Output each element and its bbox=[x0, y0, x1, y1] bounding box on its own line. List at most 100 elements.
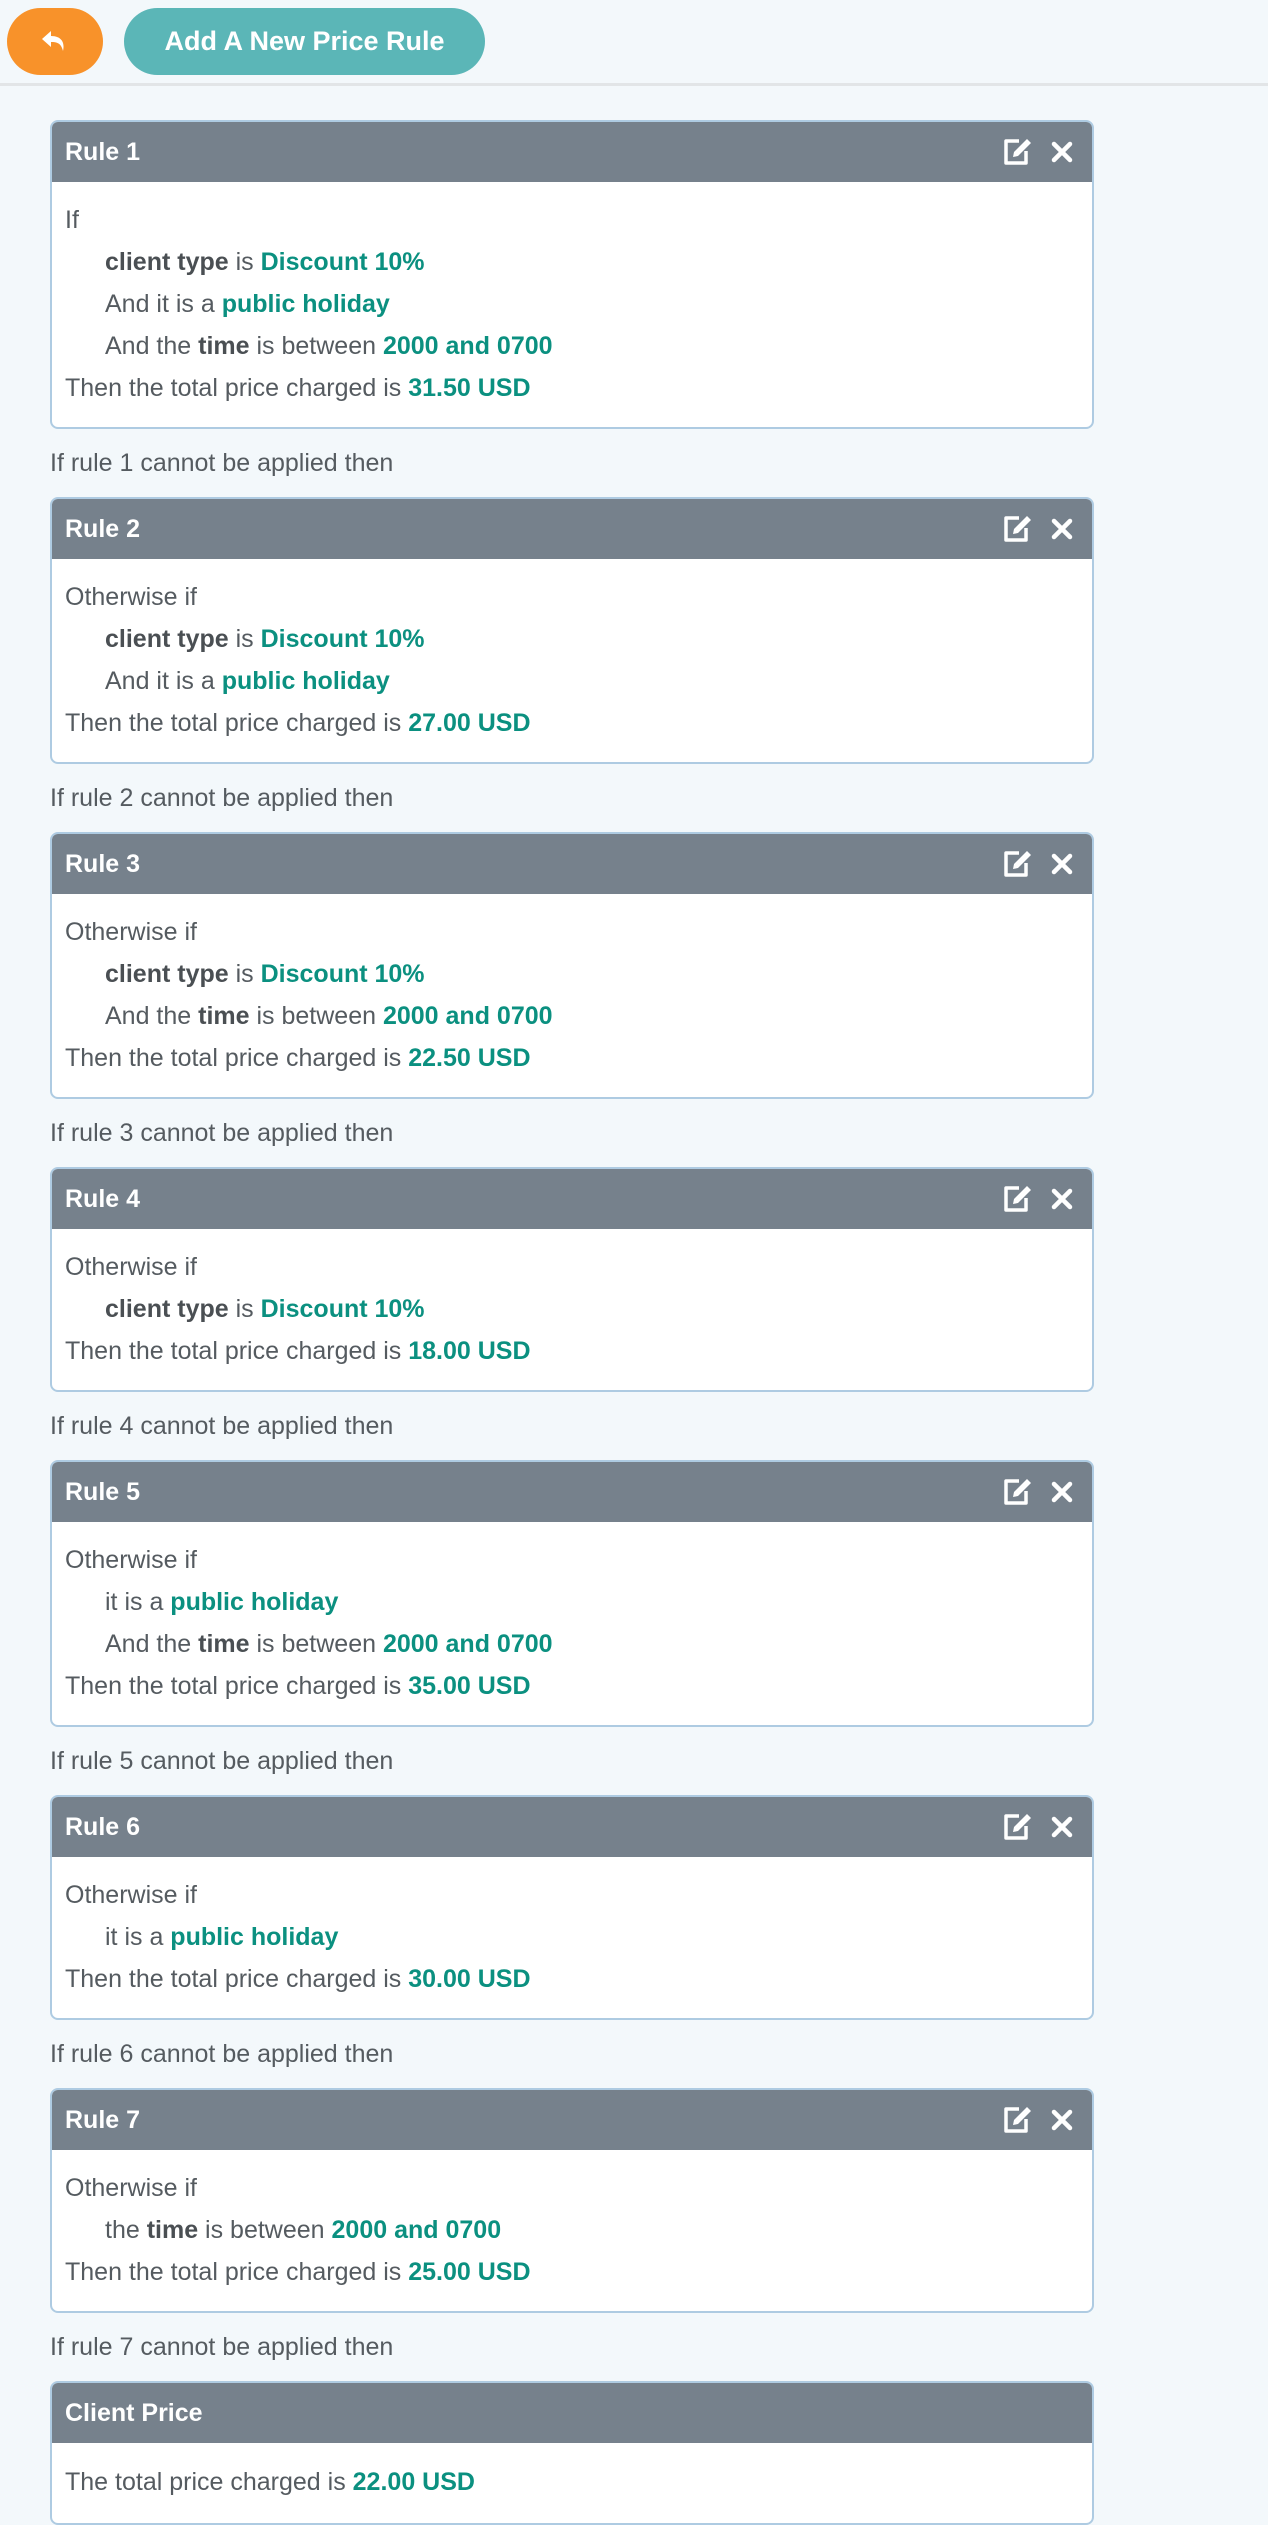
condition-key: time bbox=[198, 1630, 250, 1658]
rule-result: Then the total price charged is 31.50 US… bbox=[65, 367, 1079, 409]
condition-prefix: And the bbox=[105, 1630, 199, 1658]
rule-price: 18.00 USD bbox=[408, 1337, 531, 1365]
rule-condition: it is a public holiday bbox=[65, 1916, 1079, 1958]
rule-condition: And the time is between 2000 and 0700 bbox=[65, 1623, 1079, 1665]
rule-header: Rule 2 bbox=[52, 499, 1092, 559]
delete-rule-button[interactable] bbox=[1044, 1181, 1080, 1217]
rule-title: Rule 4 bbox=[65, 1184, 141, 1213]
edit-rule-button[interactable] bbox=[1000, 2102, 1036, 2138]
rule-intro: Otherwise if bbox=[65, 1253, 197, 1281]
rule-result: Then the total price charged is 30.00 US… bbox=[65, 1958, 1079, 2000]
fallthrough-text: If rule 7 cannot be applied then bbox=[50, 2333, 394, 2361]
client-price-body: The total price charged is 22.00 USD bbox=[52, 2443, 1092, 2523]
delete-rule-button[interactable] bbox=[1044, 134, 1080, 170]
condition-prefix: it is a bbox=[105, 1923, 171, 1951]
condition-value: public holiday bbox=[170, 1923, 339, 1951]
edit-icon bbox=[1004, 1814, 1031, 1840]
condition-operator: is between bbox=[249, 1630, 383, 1658]
close-icon bbox=[1051, 853, 1073, 875]
rule-body: Otherwise if it is a public holiday Then… bbox=[52, 1857, 1092, 2018]
delete-rule-button[interactable] bbox=[1044, 1474, 1080, 1510]
rule-header: Rule 4 bbox=[52, 1169, 1092, 1229]
add-price-rule-button[interactable]: Add A New Price Rule bbox=[124, 8, 485, 75]
rule-result: Then the total price charged is 27.00 US… bbox=[65, 702, 1079, 744]
fallthrough-text: If rule 5 cannot be applied then bbox=[50, 1747, 394, 1775]
edit-rule-button[interactable] bbox=[1000, 1809, 1036, 1845]
rule-condition: client type is Discount 10% bbox=[65, 241, 1079, 283]
close-icon bbox=[1051, 1816, 1073, 1838]
close-icon bbox=[1051, 518, 1073, 540]
rule-card: Rule 3 Otherwise if client type is Disco… bbox=[50, 832, 1094, 1099]
edit-rule-button[interactable] bbox=[1000, 846, 1036, 882]
condition-prefix: And it is a bbox=[105, 667, 222, 695]
rule-intro: Otherwise if bbox=[65, 1546, 197, 1574]
edit-icon bbox=[1004, 1479, 1031, 1505]
result-label: Then the total price charged is bbox=[65, 1965, 409, 1993]
condition-key: time bbox=[198, 1002, 250, 1030]
toolbar: Add A New Price Rule bbox=[0, 0, 1268, 86]
rule-card: Rule 2 Otherwise if client type is Disco… bbox=[50, 497, 1094, 764]
rule-price: 27.00 USD bbox=[408, 709, 531, 737]
rule-body: Otherwise if client type is Discount 10%… bbox=[52, 894, 1092, 1097]
condition-value: Discount 10% bbox=[260, 625, 425, 653]
condition-operator: is between bbox=[198, 2216, 332, 2244]
condition-key: time bbox=[198, 332, 250, 360]
rule-header: Rule 1 bbox=[52, 122, 1092, 182]
edit-icon bbox=[1004, 2107, 1031, 2133]
rule-body: Otherwise if client type is Discount 10%… bbox=[52, 1229, 1092, 1390]
rule-card: Rule 6 Otherwise if it is a public holid… bbox=[50, 1795, 1094, 2020]
condition-operator: is bbox=[228, 960, 261, 988]
close-icon bbox=[1051, 141, 1073, 163]
rule-condition: And it is a public holiday bbox=[65, 660, 1079, 702]
delete-rule-button[interactable] bbox=[1044, 1809, 1080, 1845]
rule-price: 30.00 USD bbox=[408, 1965, 531, 1993]
rule-intro: Otherwise if bbox=[65, 1881, 197, 1909]
client-price-card: Client Price The total price charged is 2… bbox=[50, 2381, 1094, 2525]
rule-card: Rule 7 Otherwise if the time is between … bbox=[50, 2088, 1094, 2313]
rule-price: 25.00 USD bbox=[408, 2258, 531, 2286]
condition-key: client type bbox=[105, 248, 229, 276]
condition-value: public holiday bbox=[221, 290, 390, 318]
delete-rule-button[interactable] bbox=[1044, 846, 1080, 882]
client-price-title: Client Price bbox=[65, 2398, 203, 2427]
delete-rule-button[interactable] bbox=[1044, 2102, 1080, 2138]
rule-title: Rule 1 bbox=[65, 137, 141, 166]
reply-arrow-icon bbox=[42, 30, 64, 51]
edit-rule-button[interactable] bbox=[1000, 1181, 1036, 1217]
edit-rule-button[interactable] bbox=[1000, 1474, 1036, 1510]
condition-value: Discount 10% bbox=[260, 1295, 425, 1323]
rule-condition: And the time is between 2000 and 0700 bbox=[65, 995, 1079, 1037]
rule-title: Rule 6 bbox=[65, 1812, 141, 1841]
close-icon bbox=[1051, 1481, 1073, 1503]
condition-value: 2000 and 0700 bbox=[331, 2216, 502, 2244]
delete-rule-button[interactable] bbox=[1044, 511, 1080, 547]
rule-condition: And the time is between 2000 and 0700 bbox=[65, 325, 1079, 367]
rule-intro: Otherwise if bbox=[65, 918, 197, 946]
back-button[interactable] bbox=[7, 8, 103, 75]
edit-rule-button[interactable] bbox=[1000, 134, 1036, 170]
rule-header: Rule 5 bbox=[52, 1462, 1092, 1522]
rule-intro: Otherwise if bbox=[65, 583, 197, 611]
client-price-header: Client Price bbox=[52, 2383, 1092, 2443]
condition-prefix: the bbox=[105, 2216, 147, 2244]
condition-value: 2000 and 0700 bbox=[382, 332, 553, 360]
condition-operator: is between bbox=[249, 332, 383, 360]
rule-body: Otherwise if the time is between 2000 an… bbox=[52, 2150, 1092, 2311]
rule-condition: it is a public holiday bbox=[65, 1581, 1079, 1623]
condition-prefix: And the bbox=[105, 1002, 199, 1030]
condition-prefix: it is a bbox=[105, 1588, 171, 1616]
fallthrough-text: If rule 2 cannot be applied then bbox=[50, 784, 394, 812]
fallthrough-text: If rule 4 cannot be applied then bbox=[50, 1412, 394, 1440]
edit-icon bbox=[1004, 516, 1031, 542]
client-price-value: 22.00 USD bbox=[352, 2468, 475, 2496]
edit-rule-button[interactable] bbox=[1000, 511, 1036, 547]
result-label: Then the total price charged is bbox=[65, 1337, 409, 1365]
condition-value: 2000 and 0700 bbox=[382, 1002, 553, 1030]
rule-header: Rule 6 bbox=[52, 1797, 1092, 1857]
edit-icon bbox=[1004, 851, 1031, 877]
rule-condition: And it is a public holiday bbox=[65, 283, 1079, 325]
condition-operator: is between bbox=[249, 1002, 383, 1030]
rule-condition: the time is between 2000 and 0700 bbox=[65, 2209, 1079, 2251]
condition-key: time bbox=[146, 2216, 199, 2244]
condition-value: Discount 10% bbox=[260, 248, 425, 276]
